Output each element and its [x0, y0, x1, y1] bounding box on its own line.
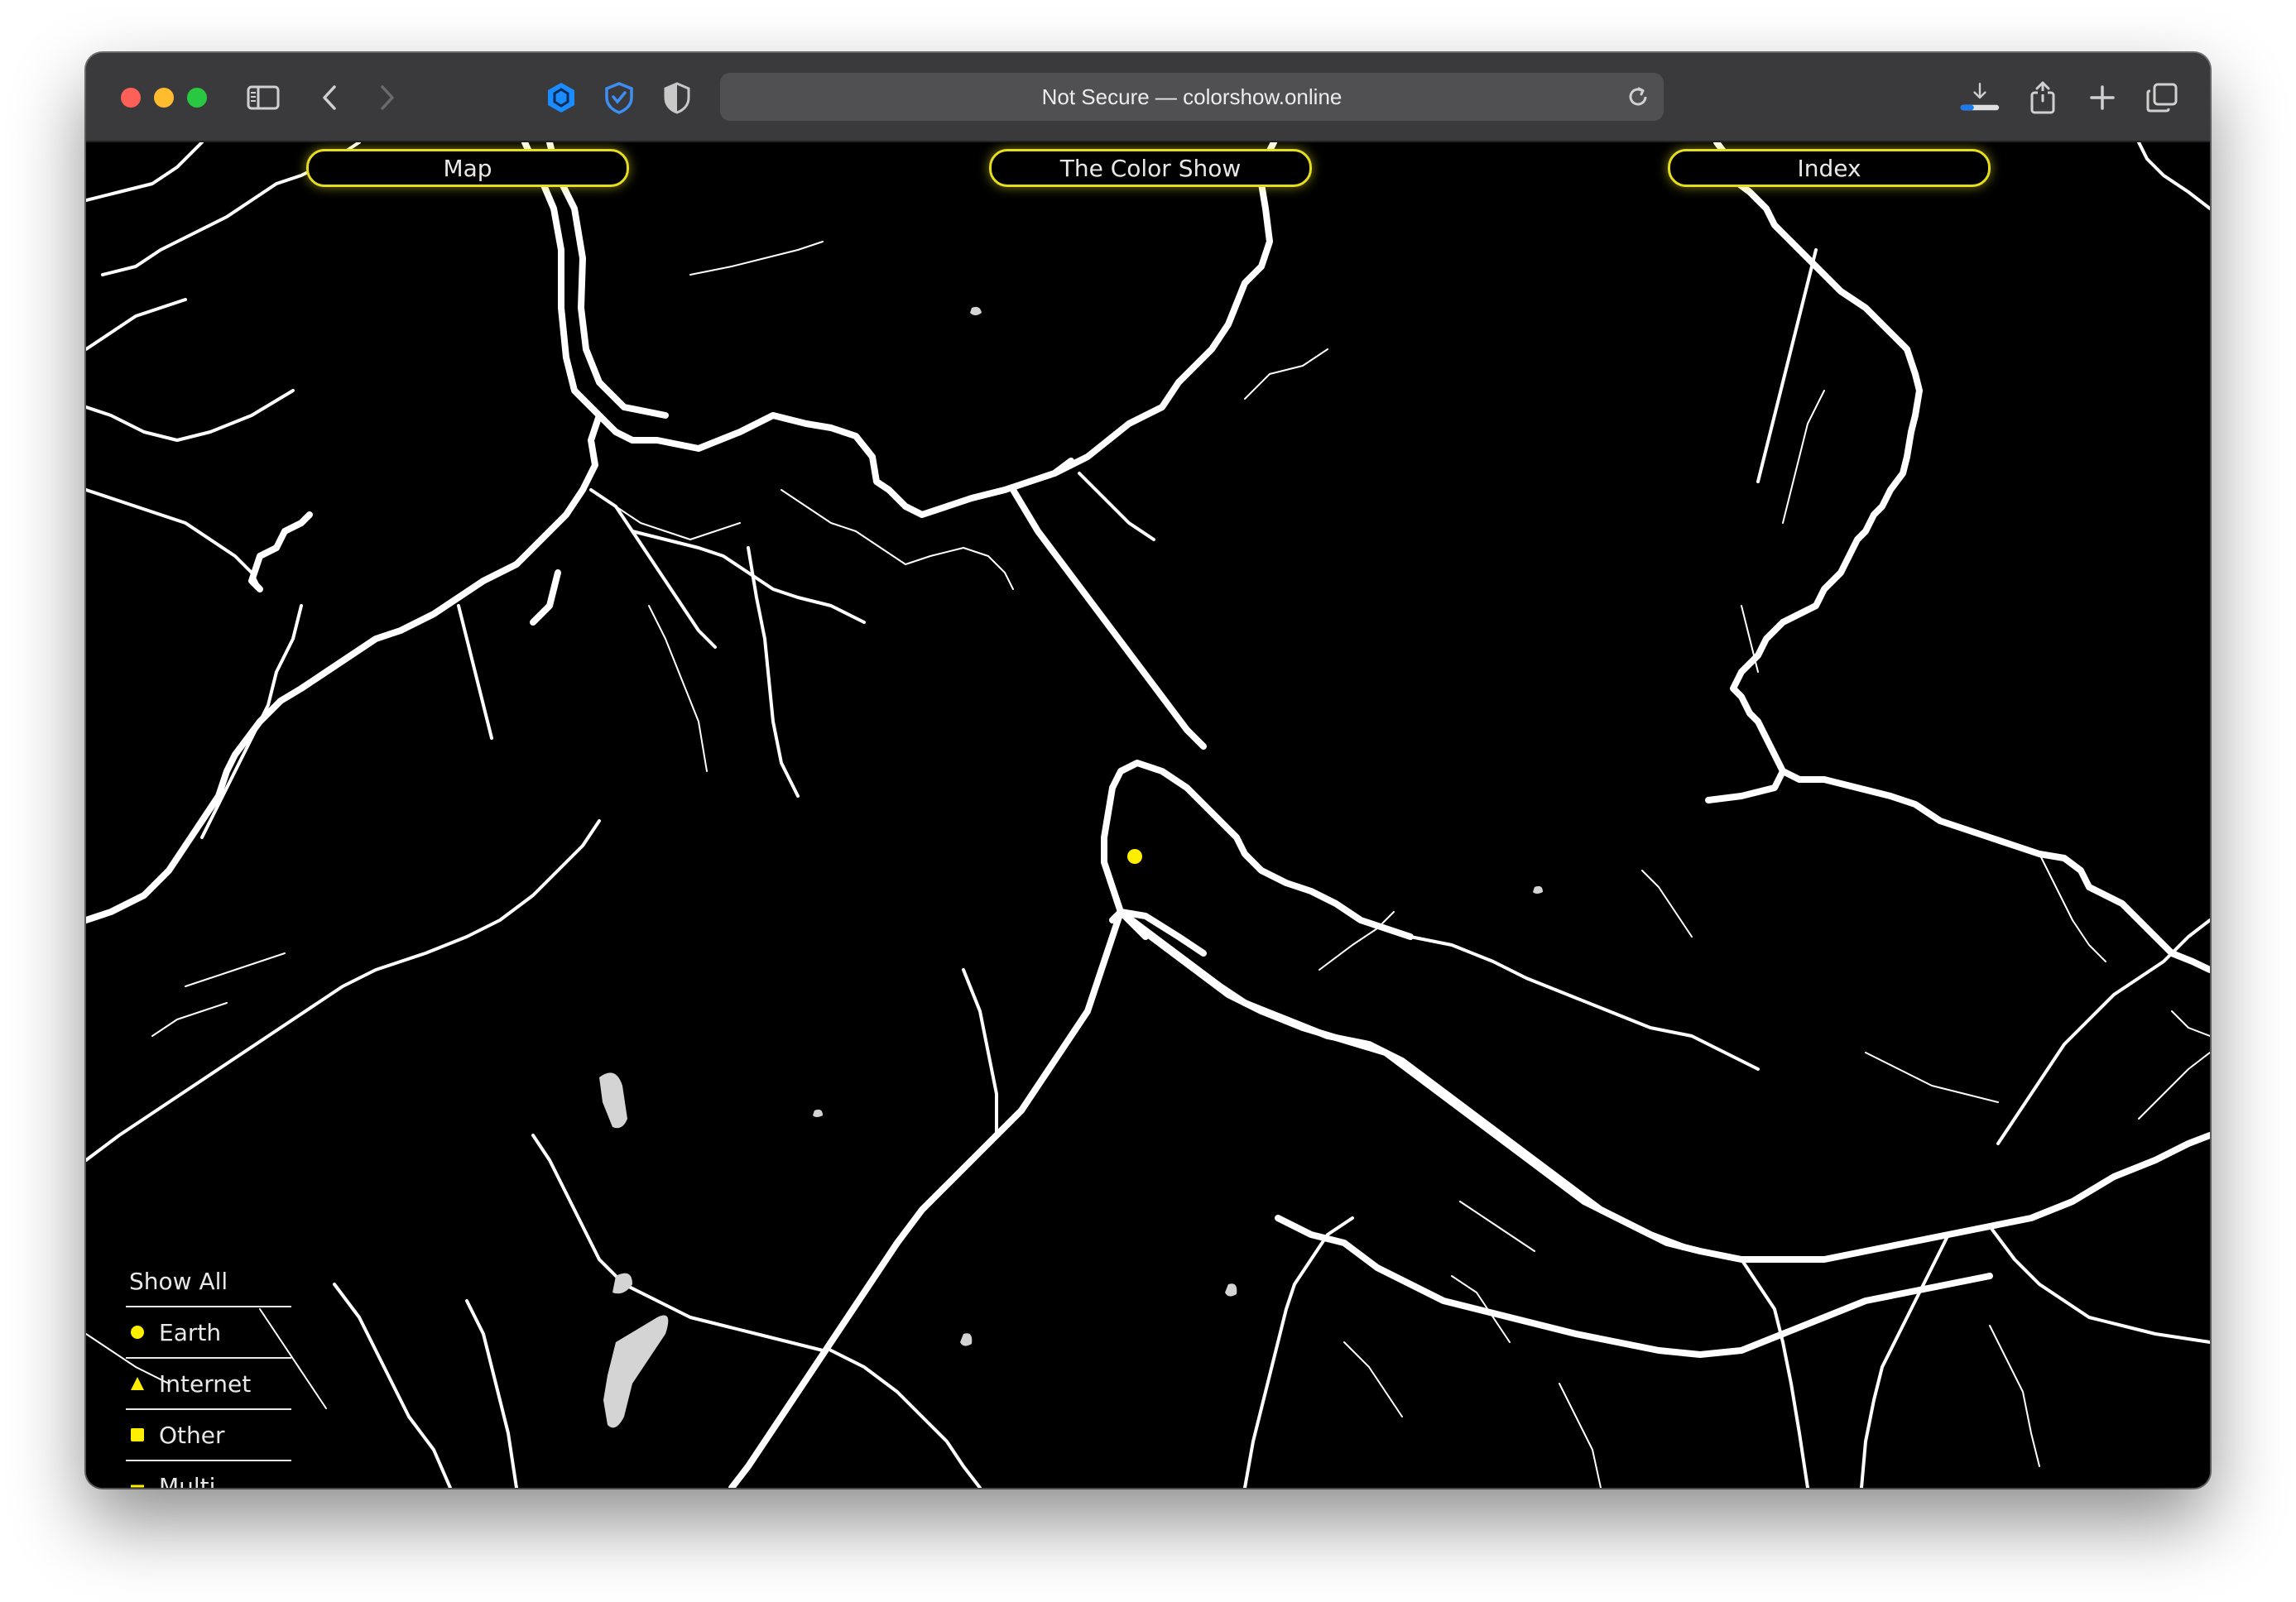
- forward-icon[interactable]: [367, 78, 407, 118]
- major-roads: [86, 142, 2210, 1488]
- extension-hex-icon[interactable]: [541, 78, 581, 118]
- legend-earth-label: Earth: [159, 1319, 222, 1346]
- secondary-roads: [86, 142, 2210, 1488]
- square-marker-icon: [131, 1428, 144, 1441]
- nav-color-show-button[interactable]: The Color Show: [989, 149, 1312, 187]
- nav-map-button[interactable]: Map: [306, 149, 629, 187]
- minor-roads: [86, 241, 2210, 1488]
- share-icon[interactable]: [2023, 78, 2063, 118]
- legend-earth[interactable]: Earth: [126, 1311, 291, 1359]
- browser-toolbar: Not Secure — colorshow.online: [86, 53, 2210, 142]
- legend-other-label: Other: [159, 1422, 225, 1449]
- address-bar[interactable]: Not Secure — colorshow.online: [720, 73, 1664, 121]
- sidebar-toggle-icon[interactable]: [243, 78, 283, 118]
- lakes: [599, 306, 1543, 1428]
- maximize-window-button[interactable]: [187, 88, 207, 108]
- nav-index-label: Index: [1797, 154, 1861, 182]
- legend-internet[interactable]: Internet: [126, 1362, 291, 1410]
- legend-internet-label: Internet: [159, 1370, 252, 1398]
- legend-multi[interactable]: Multi: [126, 1465, 291, 1488]
- nav-color-show-label: The Color Show: [1059, 154, 1242, 182]
- line-marker-icon: [131, 1484, 144, 1488]
- new-tab-icon[interactable]: [2082, 78, 2122, 118]
- legend-panel: Show All Earth Internet Other Multi: [126, 1259, 291, 1488]
- downloads-icon[interactable]: [1960, 78, 2000, 118]
- earth-marker[interactable]: [1127, 849, 1142, 864]
- legend-multi-label: Multi: [159, 1473, 216, 1488]
- url-text: Not Secure — colorshow.online: [1041, 84, 1343, 109]
- nav-index-button[interactable]: Index: [1668, 149, 1991, 187]
- triangle-marker-icon: [131, 1377, 144, 1390]
- minimize-window-button[interactable]: [154, 88, 174, 108]
- close-window-button[interactable]: [121, 88, 141, 108]
- circle-marker-icon: [131, 1326, 144, 1339]
- back-icon[interactable]: [310, 78, 349, 118]
- nav-map-label: Map: [443, 154, 492, 182]
- legend-show-all[interactable]: Show All: [126, 1259, 291, 1307]
- legend-show-all-label: Show All: [129, 1268, 228, 1295]
- extension-shield-icon[interactable]: [599, 78, 639, 118]
- map-canvas[interactable]: [86, 142, 2210, 1488]
- tab-overview-icon[interactable]: [2142, 78, 2182, 118]
- browser-window: Not Secure — colorshow.online Map The Co…: [86, 53, 2210, 1488]
- privacy-shield-icon[interactable]: [657, 78, 697, 118]
- map-viewport[interactable]: Map The Color Show Index Show All Earth …: [86, 142, 2210, 1488]
- legend-other[interactable]: Other: [126, 1413, 291, 1461]
- reload-icon[interactable]: [1624, 83, 1652, 111]
